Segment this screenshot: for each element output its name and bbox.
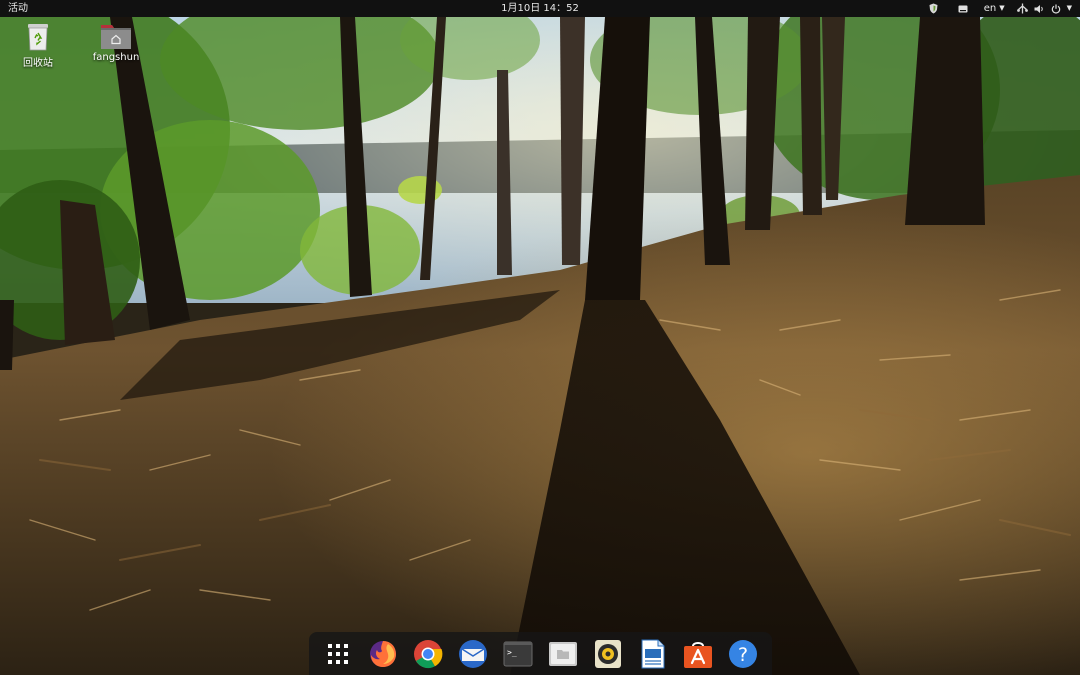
activities-button[interactable]: 活动 bbox=[8, 0, 28, 17]
trash-icon bbox=[28, 24, 48, 51]
network-icon bbox=[1016, 3, 1028, 14]
desktop-icon-label: fangshun bbox=[92, 52, 140, 63]
dock-writer[interactable] bbox=[634, 635, 672, 673]
chrome-icon bbox=[413, 639, 443, 668]
mail-icon bbox=[458, 639, 487, 668]
wallpaper-forest-image bbox=[0, 0, 1080, 675]
help-icon: ? bbox=[729, 639, 758, 668]
status-menu-button[interactable]: ▼ bbox=[1034, 0, 1072, 17]
dock-show-applications[interactable] bbox=[319, 635, 357, 673]
dock-mail[interactable] bbox=[454, 635, 492, 673]
dock-firefox[interactable] bbox=[364, 635, 402, 673]
clock-wrapper: 1月10日 14：52 bbox=[0, 0, 1080, 17]
rhythmbox-icon bbox=[595, 639, 622, 668]
firefox-icon bbox=[369, 640, 396, 667]
desktop-icon-trash[interactable]: 回收站 bbox=[8, 22, 68, 69]
shield-icon bbox=[929, 3, 938, 14]
system-tray: en ▼ ▼ bbox=[929, 0, 1072, 17]
network-tray-button[interactable] bbox=[1016, 0, 1028, 17]
volume-icon bbox=[1034, 4, 1043, 13]
terminal-prompt: >_ bbox=[507, 648, 517, 657]
grid-icon bbox=[327, 643, 348, 664]
chevron-down-icon: ▼ bbox=[999, 4, 1005, 12]
keyboard-tray-button[interactable] bbox=[958, 0, 968, 17]
desktop[interactable]: 活动 1月10日 14：52 en ▼ ▼ 回收站 fangshun >_ ? bbox=[0, 0, 1080, 675]
top-bar: 活动 1月10日 14：52 en ▼ ▼ bbox=[0, 0, 1080, 17]
app-store-icon bbox=[684, 641, 713, 668]
dock-files[interactable] bbox=[544, 635, 582, 673]
dock-terminal[interactable]: >_ bbox=[499, 635, 537, 673]
shield-tray-button[interactable] bbox=[929, 0, 938, 17]
clock-button[interactable]: 1月10日 14：52 bbox=[501, 3, 579, 14]
keyboard-icon bbox=[958, 5, 968, 12]
home-folder-icon bbox=[101, 25, 131, 49]
chevron-down-icon: ▼ bbox=[1066, 4, 1072, 12]
document-icon bbox=[641, 639, 665, 668]
language-label: en bbox=[983, 3, 997, 14]
desktop-icon-label: 回收站 bbox=[23, 58, 53, 69]
files-icon bbox=[549, 641, 578, 666]
dock-music[interactable] bbox=[589, 635, 627, 673]
dock-software[interactable] bbox=[679, 635, 717, 673]
desktop-icon-home-folder[interactable]: fangshun bbox=[86, 22, 146, 63]
dock-help[interactable]: ? bbox=[724, 635, 762, 673]
help-glyph: ? bbox=[738, 644, 748, 666]
dock-chrome[interactable] bbox=[409, 635, 447, 673]
power-icon bbox=[1051, 4, 1060, 14]
dock: >_ ? bbox=[309, 632, 772, 675]
language-menu[interactable]: en ▼ bbox=[984, 0, 1005, 17]
terminal-icon: >_ bbox=[503, 641, 533, 666]
